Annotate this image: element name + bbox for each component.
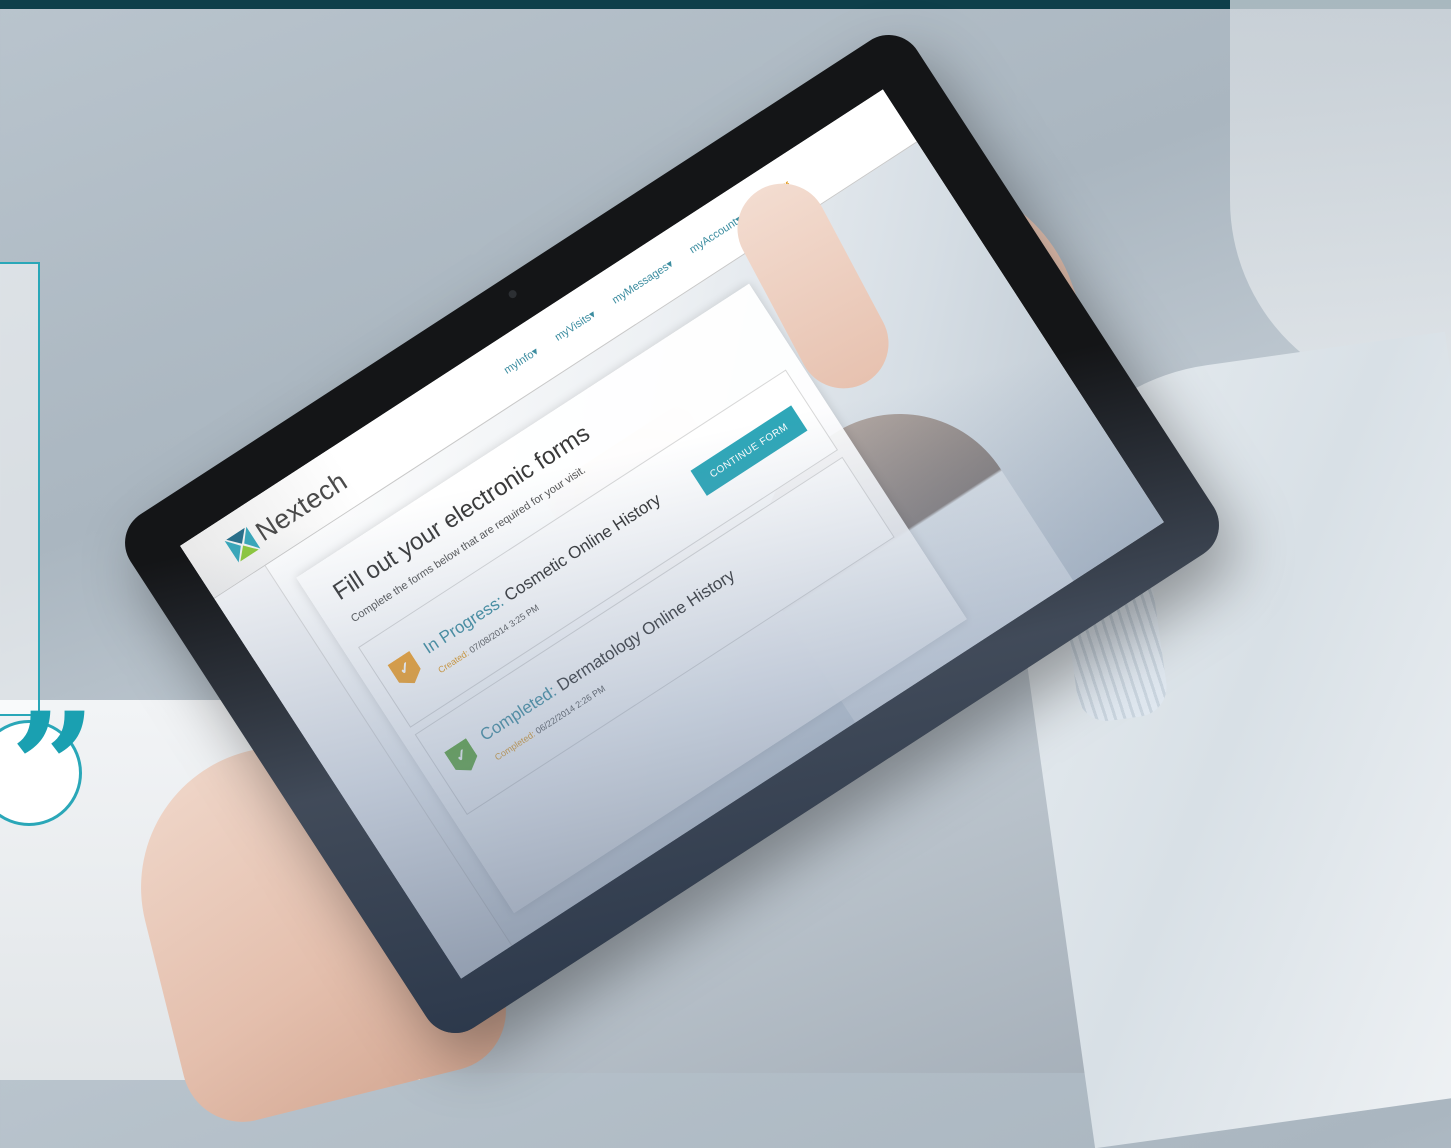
nav-my-visits[interactable]: myVisits▾	[552, 308, 598, 343]
meta-label: Created:	[436, 647, 471, 676]
quote-mark-icon: ”	[10, 680, 97, 856]
nav-my-info[interactable]: myInfo▾	[501, 345, 541, 377]
camera-icon	[507, 288, 519, 300]
check-icon: ✓	[444, 738, 482, 777]
nav-my-account[interactable]: myAccount▾	[687, 213, 745, 256]
continue-form-button[interactable]: CONTINUE FORM	[690, 405, 808, 496]
nav-my-messages[interactable]: myMessages▾	[610, 257, 676, 306]
tablet-screen: Nextech myInfo▾ myVisits▾ myMessages▾ my…	[180, 89, 1164, 979]
form-status: Completed:	[476, 681, 560, 745]
quote-frame	[0, 262, 40, 716]
check-icon: ✓	[388, 651, 426, 690]
